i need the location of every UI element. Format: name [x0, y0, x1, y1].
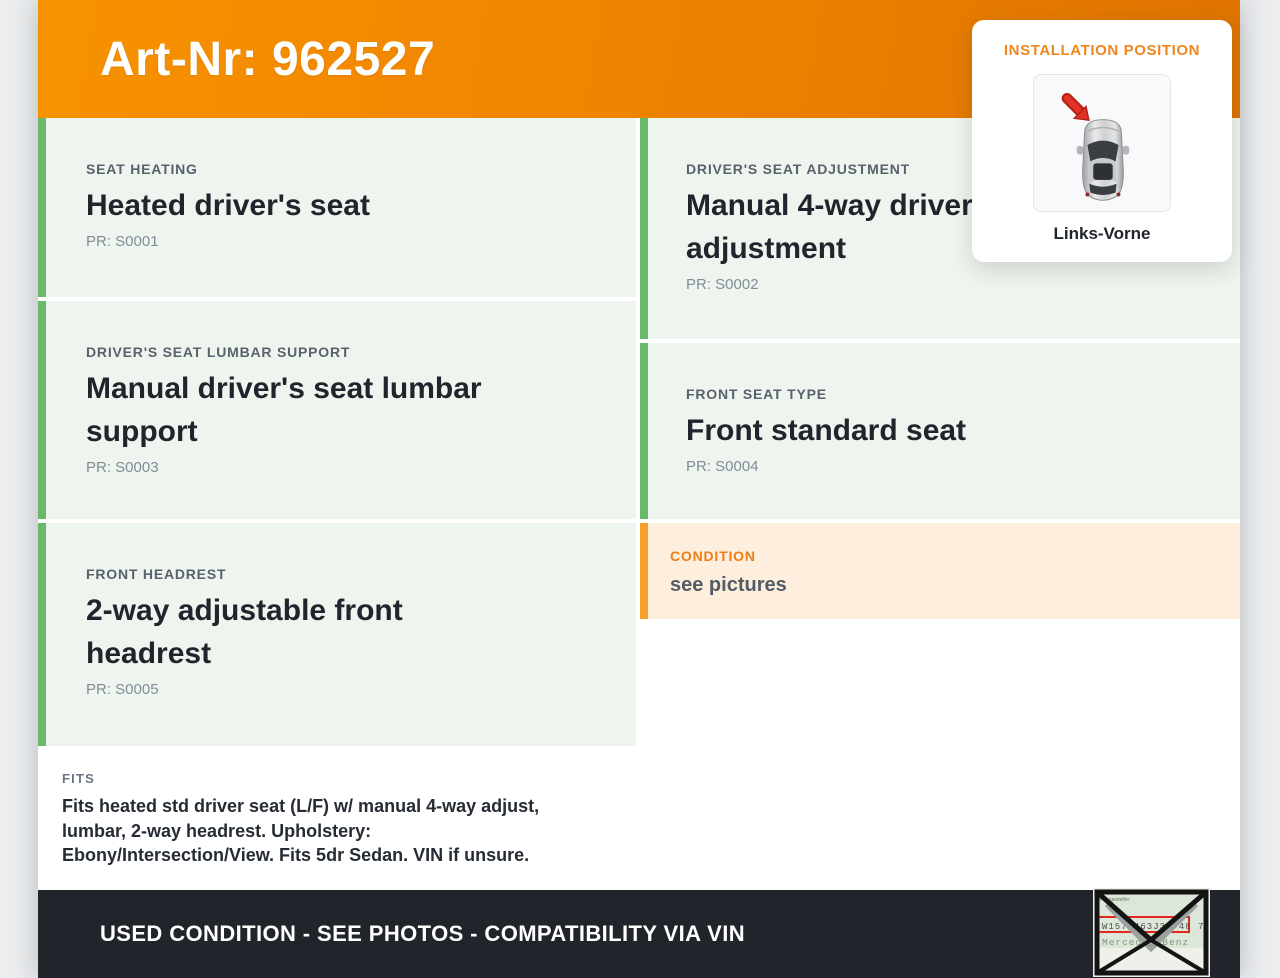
installation-position-value: Links-Vorne: [1053, 224, 1151, 243]
car-top-view-icon: [1061, 92, 1130, 201]
spec-value: Manual driver's seat lumbar support: [86, 372, 482, 448]
spec-pr-code: PR: S0005: [86, 681, 159, 698]
spec-label: SEAT HEATING: [86, 161, 198, 177]
condition-label: CONDITION: [670, 548, 756, 564]
condition-card: CONDITION see pictures: [640, 523, 1240, 619]
spec-label: FRONT HEADREST: [86, 566, 227, 582]
spec-pr-code: PR: S0002: [686, 276, 759, 293]
spec-card-lumbar-support: DRIVER'S SEAT LUMBAR SUPPORT Manual driv…: [38, 301, 636, 519]
spec-pr-code: PR: S0004: [686, 458, 759, 475]
spec-label: FRONT SEAT TYPE: [686, 386, 827, 402]
installation-position-card: INSTALLATION POSITION Links-Vorne: [972, 20, 1232, 262]
footer-banner-text: USED CONDITION - SEE PHOTOS - COMPATIBIL…: [100, 921, 746, 946]
spec-pr-code: PR: S0001: [86, 233, 159, 250]
fits-label: FITS: [62, 771, 95, 786]
vin-document-thumbnail[interactable]: Fahrgestellnr. W1571463J31748 7 Mercedes…: [1093, 888, 1210, 977]
spec-value: Front standard seat: [686, 414, 967, 447]
installation-position-image-frame: [1033, 74, 1171, 212]
left-column: SEAT HEATING Heated driver's seat PR: S0…: [38, 118, 636, 886]
direction-arrow-icon: [1061, 92, 1090, 122]
fits-card: FITS Fits heated std driver seat (L/F) w…: [38, 750, 636, 886]
spec-pr-code: PR: S0003: [86, 459, 159, 476]
article-number-title: Art-Nr: 962527: [100, 32, 436, 86]
footer-banner: USED CONDITION - SEE PHOTOS - COMPATIBIL…: [38, 890, 1240, 978]
listing-sheet: Art-Nr: 962527 SEAT HEATING Heated drive…: [38, 0, 1240, 978]
installation-position-title: INSTALLATION POSITION: [1003, 42, 1201, 59]
condition-value: see pictures: [670, 574, 787, 596]
spec-card-seat-heating: SEAT HEATING Heated driver's seat PR: S0…: [38, 118, 636, 297]
spec-value: 2-way adjustable front headrest: [86, 594, 403, 670]
spec-label: DRIVER'S SEAT LUMBAR SUPPORT: [86, 344, 351, 360]
empty-area: [640, 623, 1240, 886]
spec-card-front-seat-type: FRONT SEAT TYPE Front standard seat PR: …: [640, 343, 1240, 519]
spec-value: Heated driver's seat: [86, 189, 370, 222]
spec-card-front-headrest: FRONT HEADREST 2-way adjustable front he…: [38, 523, 636, 746]
vin-text: W1571463J31748 7: [1102, 922, 1204, 932]
fits-description: Fits heated std driver seat (L/F) w/ man…: [62, 796, 540, 865]
envelope-icon: Fahrgestellnr. W1571463J31748 7 Mercedes…: [1093, 888, 1210, 977]
